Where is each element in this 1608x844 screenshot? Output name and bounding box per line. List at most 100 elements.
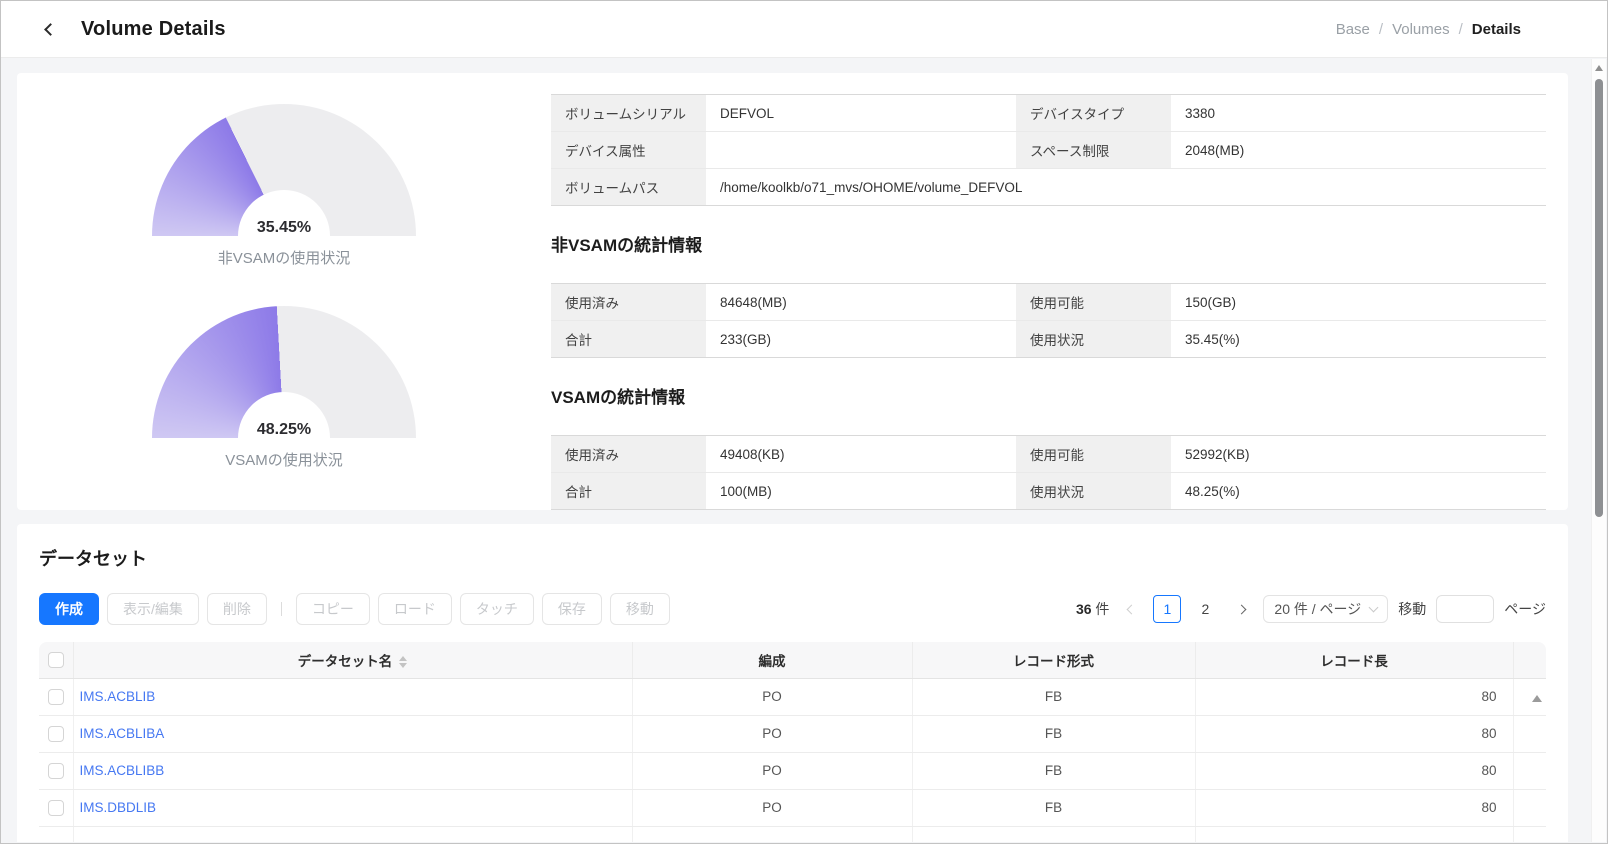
delete-button[interactable]: 削除 xyxy=(206,593,267,625)
table-scroll-up-icon[interactable] xyxy=(1532,695,1542,702)
prev-page-button[interactable] xyxy=(1119,597,1143,621)
page-button-1[interactable]: 1 xyxy=(1153,595,1182,623)
datasets-section-title: データセット xyxy=(39,549,147,569)
scrollbar-thumb[interactable] xyxy=(1595,79,1603,517)
app-window: Volume Details Base / Volumes / Details … xyxy=(0,0,1608,844)
checkbox-cell xyxy=(39,826,74,842)
page-size-select[interactable]: 20 件 / ページ xyxy=(1263,595,1389,623)
gauge-label: 非VSAMの使用状況 xyxy=(217,250,351,267)
vertical-scrollbar[interactable] xyxy=(1591,59,1606,842)
table-header-row: データセット名 編成 レコード形式 レコード長 xyxy=(39,642,1546,679)
table-row: 使用済み 84648(MB) 使用可能 150(GB) xyxy=(551,283,1546,321)
column-header-name[interactable]: データセット名 xyxy=(73,642,633,679)
field-value: /home/koolkb/o71_mvs/OHOME/volume_DEFVOL xyxy=(706,168,1546,206)
datasets-table: データセット名 編成 レコード形式 レコード長 IMS.ACBLIB PO FB… xyxy=(39,642,1546,842)
next-page-button[interactable] xyxy=(1229,597,1253,621)
field-label: デバイス属性 xyxy=(551,131,706,169)
table-row: IMS.ACBLIBA PO FB 80 xyxy=(39,715,1546,753)
field-label: 使用済み xyxy=(551,283,706,321)
field-value: 48.25(%) xyxy=(1171,472,1546,510)
dataset-link[interactable]: IMS.ACBLIBB xyxy=(80,763,165,778)
goto-page-input[interactable] xyxy=(1436,595,1495,623)
toolbar-buttons: 作成 表示/編集 削除 コピー ロード タッチ 保存 移動 xyxy=(39,593,670,625)
checkbox-cell xyxy=(39,678,74,716)
column-header-recfm: レコード形式 xyxy=(912,642,1196,679)
recfm-cell: FB xyxy=(912,678,1196,716)
copy-button[interactable]: コピー xyxy=(295,593,370,625)
datasets-toolbar: 作成 表示/編集 削除 コピー ロード タッチ 保存 移動 36 件 1 2 2… xyxy=(39,593,1546,625)
column-header-filler xyxy=(1513,642,1546,679)
gauge-chart-nonvsam: 35.45% xyxy=(152,104,416,236)
total-number: 36 xyxy=(1075,601,1092,617)
page-content: 35.45% 非VSAMの使用状況 48.25% VSAMの使用状況 ボリューム… xyxy=(2,59,1592,842)
checkbox-cell xyxy=(39,715,74,753)
load-button[interactable]: ロード xyxy=(377,593,452,625)
back-button[interactable] xyxy=(39,18,61,40)
table-row: ボリュームシリアル DEFVOL デバイスタイプ 3380 xyxy=(551,94,1546,132)
field-value: 3380 xyxy=(1185,105,1216,121)
table-row: IMS.ACBLIBB PO FB 80 xyxy=(39,752,1546,790)
table-row: 合計 100(MB) 使用状況 48.25(%) xyxy=(551,472,1546,510)
gauge-value: 35.45% xyxy=(256,219,312,236)
table-row: IMS.DBDLIB PO FB 80 xyxy=(39,789,1546,827)
field-value: 100(MB) xyxy=(706,472,1016,510)
move-button[interactable]: 移動 xyxy=(609,593,670,625)
recfm-cell: FB xyxy=(912,715,1196,753)
lrecl-cell: 80 xyxy=(1195,752,1514,790)
lrecl-cell: 80 xyxy=(1195,715,1514,753)
field-value: 35.45(%) xyxy=(1171,320,1546,358)
org-cell: PO xyxy=(632,678,913,716)
filler-cell xyxy=(1513,789,1546,827)
row-checkbox[interactable] xyxy=(47,725,64,742)
scrollbar-up-icon[interactable] xyxy=(1595,65,1603,71)
view-edit-button[interactable]: 表示/編集 xyxy=(107,593,199,625)
field-label: ボリュームパス xyxy=(551,168,706,206)
dataset-link[interactable]: IMS.ACBLIBA xyxy=(80,726,165,741)
breadcrumb-volumes[interactable]: Volumes xyxy=(1392,21,1450,38)
section-title-vsam: VSAMの統計情報 xyxy=(551,388,686,407)
org-cell: PO xyxy=(632,715,913,753)
recfm-cell: FB xyxy=(912,752,1196,790)
breadcrumb-base[interactable]: Base xyxy=(1336,21,1370,38)
column-header-lrecl: レコード長 xyxy=(1195,642,1514,679)
vsam-stats-table: 使用済み 49408(KB) 使用可能 52992(KB) 合計 100(MB)… xyxy=(551,435,1546,510)
row-checkbox[interactable] xyxy=(47,688,64,705)
chevron-left-icon xyxy=(43,22,57,36)
page-button-2[interactable]: 2 xyxy=(1191,595,1219,623)
column-header-label: データセット名 xyxy=(297,653,393,669)
breadcrumb-current: Details xyxy=(1471,20,1521,38)
goto-suffix-label: ページ xyxy=(1504,601,1546,617)
field-label: 使用状況 xyxy=(1016,320,1171,358)
filler-cell xyxy=(1513,715,1546,753)
table-row: IMS.ACBLIB PO FB 80 xyxy=(39,678,1546,716)
chevron-left-icon xyxy=(1126,604,1137,614)
goto-label: 移動 xyxy=(1398,601,1427,617)
field-label: デバイスタイプ xyxy=(1016,94,1171,132)
row-checkbox[interactable] xyxy=(47,799,64,816)
dataset-link[interactable]: IMS.DBDLIB xyxy=(80,800,157,815)
section-title-nonvsam: 非VSAMの統計情報 xyxy=(551,236,703,255)
field-label: 合計 xyxy=(551,320,706,358)
create-button[interactable]: 作成 xyxy=(39,593,99,625)
select-all-checkbox[interactable] xyxy=(47,651,64,668)
breadcrumb-separator: / xyxy=(1378,20,1384,38)
datasets-card: データセット 作成 表示/編集 削除 コピー ロード タッチ 保存 移動 36 … xyxy=(17,524,1568,842)
lrecl-cell: 80 xyxy=(1195,789,1514,827)
table-row: ボリュームパス /home/koolkb/o71_mvs/OHOME/volum… xyxy=(551,168,1546,206)
save-button[interactable]: 保存 xyxy=(541,593,602,625)
table-row: 合計 233(GB) 使用状況 35.45(%) xyxy=(551,320,1546,358)
dataset-link[interactable]: IMS.ACBLIB xyxy=(80,689,156,704)
gauge-chart-vsam: 48.25% xyxy=(152,306,416,438)
nonvsam-usage-gauge: 35.45% 非VSAMの使用状況 xyxy=(152,104,416,268)
column-header-org: 編成 xyxy=(632,642,913,679)
org-cell: PO xyxy=(632,752,913,790)
caret-up-icon xyxy=(399,656,408,662)
field-value: 52992(KB) xyxy=(1185,446,1250,462)
sort-icon[interactable] xyxy=(399,656,408,669)
gauge-label: VSAMの使用状況 xyxy=(225,452,343,469)
volume-details-card: 35.45% 非VSAMの使用状況 48.25% VSAMの使用状況 ボリューム… xyxy=(17,73,1568,510)
select-all-cell xyxy=(39,642,74,679)
row-checkbox[interactable] xyxy=(47,762,64,779)
touch-button[interactable]: タッチ xyxy=(459,593,534,625)
lrecl-cell: 80 xyxy=(1195,678,1514,716)
